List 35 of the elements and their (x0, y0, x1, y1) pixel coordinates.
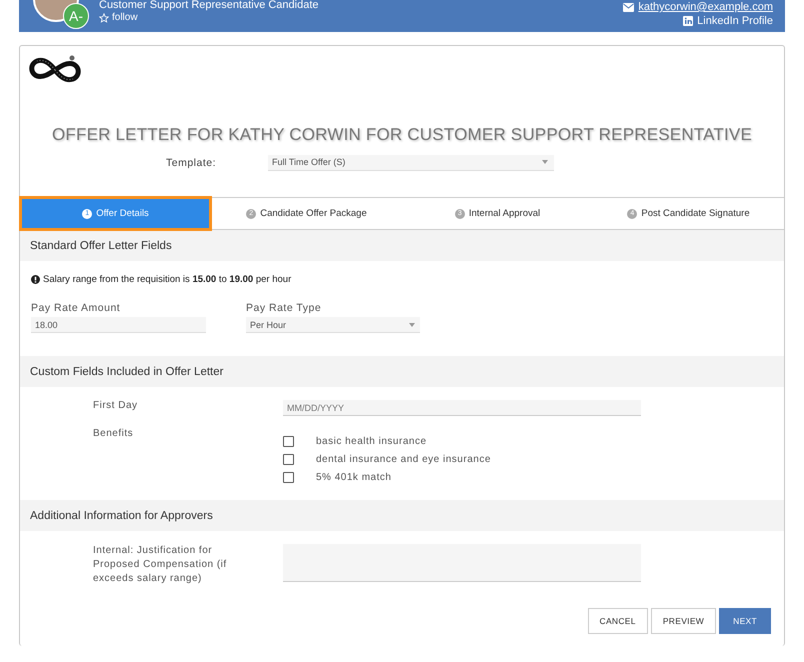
page-title: OFFER LETTER FOR KATHY CORWIN FOR CUSTOMER SUPPORT REPRESENTATIVE (50, 124, 753, 146)
field-label: First Day (93, 400, 138, 413)
email-link[interactable]: kathycorwin@example.com (638, 0, 773, 14)
section-header: Standard Offer Letter Fields (20, 230, 784, 261)
action-button[interactable]: NEXT (719, 608, 771, 634)
salary-range-note: Salary range from the requisition is 15.00 to 19.00 per hour (43, 274, 292, 285)
field-label: Pay Rate Type (246, 302, 322, 314)
caret-icon (542, 160, 548, 164)
text-field[interactable]: 18.00 (31, 317, 206, 333)
grade-badge: A- (63, 3, 89, 29)
select-field[interactable]: Per Hour (246, 317, 420, 333)
candidate-title: Customer Support Representative Candidate (99, 0, 319, 11)
action-button[interactable]: PREVIEW (650, 608, 716, 634)
linkedin-link[interactable]: LinkedIn Profile (697, 14, 773, 28)
envelope-icon (623, 2, 634, 12)
checkbox[interactable] (283, 436, 294, 447)
template-label: Template: (166, 156, 218, 168)
template-select[interactable]: Full Time Offer (S) (268, 154, 554, 170)
linkedin-icon (683, 16, 694, 26)
field-label: Internal: Justification for Proposed Compensation (if exceeds salary range) (93, 544, 228, 586)
star-icon[interactable] (99, 12, 109, 22)
checkbox[interactable] (283, 472, 294, 483)
info-icon (31, 275, 40, 284)
checkbox-label: dental insurance and eye insurance (316, 454, 491, 465)
section-header: Additional Information for Approvers (20, 500, 784, 531)
date-field[interactable]: MM/DD/YYYY (283, 400, 641, 416)
caret-icon (409, 322, 415, 326)
field-label: Pay Rate Amount (31, 302, 122, 314)
checkbox-label: 5% 401k match (316, 472, 392, 483)
section-header: Custom Fields Included in Offer Letter (20, 356, 784, 387)
follow-link[interactable]: follow (112, 12, 138, 23)
action-button[interactable]: CANCEL (588, 608, 648, 634)
field-label: Benefits (93, 428, 134, 441)
checkbox-label: basic health insurance (316, 436, 427, 447)
checkbox[interactable] (283, 454, 294, 465)
